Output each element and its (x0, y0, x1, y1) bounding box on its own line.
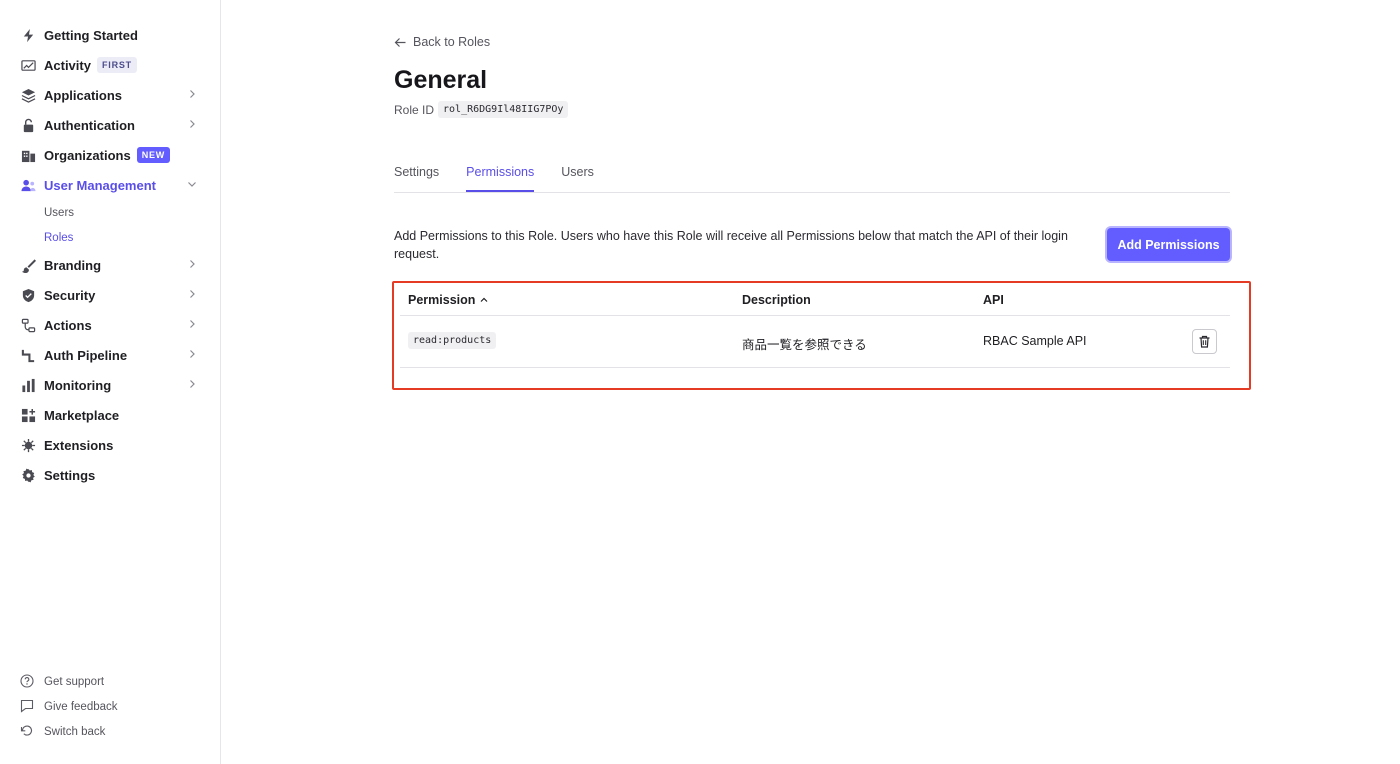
get-support-link[interactable]: Get support (0, 669, 220, 694)
sidebar-item-auth-pipeline[interactable]: Auth Pipeline (0, 340, 220, 370)
sidebar-item-marketplace[interactable]: Marketplace (0, 400, 220, 430)
column-header-permission[interactable]: Permission (408, 293, 489, 307)
sidebar-footer: Get support Give feedback Switch back (0, 669, 220, 744)
chevron-right-icon (190, 120, 195, 128)
bar-chart-icon (20, 377, 36, 393)
tabs: Settings Permissions Users (394, 156, 1230, 193)
page-title: General (394, 66, 488, 94)
sidebar-item-settings[interactable]: Settings (0, 460, 220, 490)
trash-icon (1199, 335, 1210, 348)
chevron-right-icon (190, 290, 195, 298)
add-permissions-button[interactable]: Add Permissions (1107, 228, 1230, 261)
layers-icon (20, 87, 36, 103)
sidebar-item-label: Activity (44, 57, 91, 73)
sidebar-item-actions[interactable]: Actions (0, 310, 220, 340)
sidebar-item-activity[interactable]: Activity FIRST (0, 50, 220, 80)
tab-settings[interactable]: Settings (394, 156, 439, 192)
permission-cell: read:products (408, 332, 497, 349)
role-id-label: Role ID (394, 102, 435, 117)
flow-icon (20, 317, 36, 333)
back-label: Back to Roles (413, 35, 491, 49)
gear-icon (20, 467, 36, 483)
building-icon (20, 147, 36, 163)
sidebar-item-label: User Management (44, 177, 156, 193)
switch-back-link[interactable]: Switch back (0, 719, 220, 744)
table-header: Permission Description API (400, 283, 1230, 316)
permissions-description: Add Permissions to this Role. Users who … (394, 229, 1068, 261)
puzzle-icon (20, 437, 36, 453)
new-badge: NEW (136, 147, 171, 163)
back-to-roles-link[interactable]: Back to Roles (394, 34, 490, 50)
pipeline-icon (20, 347, 36, 363)
brush-icon (20, 257, 36, 273)
shield-icon (20, 287, 36, 303)
first-badge: FIRST (96, 57, 137, 73)
chevron-right-icon (190, 260, 195, 268)
sidebar-item-label: Actions (44, 317, 92, 333)
sidebar-item-label: Auth Pipeline (44, 347, 128, 363)
role-id-row: Role ID rol_R6DG9Il48IIG7POy (394, 101, 569, 118)
tab-users[interactable]: Users (561, 156, 594, 192)
sort-ascending-icon (480, 297, 488, 302)
delete-permission-button[interactable] (1192, 329, 1217, 354)
chevron-right-icon (190, 380, 195, 388)
role-id-value: rol_R6DG9Il48IIG7POy (438, 101, 569, 118)
message-icon (20, 699, 35, 714)
sidebar-subitem-users[interactable]: Users (0, 200, 220, 225)
table-row: read:products 商品一覧を参照できる RBAC Sample API (400, 316, 1230, 368)
sidebar-item-applications[interactable]: Applications (0, 80, 220, 110)
chevron-right-icon (190, 350, 195, 358)
column-header-description: Description (742, 293, 811, 307)
lightning-icon (20, 27, 36, 43)
sidebar-item-extensions[interactable]: Extensions (0, 430, 220, 460)
sidebar-item-label: Getting Started (44, 27, 138, 43)
permission-value: read:products (408, 332, 497, 349)
description-cell: 商品一覧を参照できる (742, 338, 867, 352)
sidebar-item-security[interactable]: Security (0, 280, 220, 310)
column-header-api: API (983, 293, 1004, 307)
sidebar-item-label: Security (44, 287, 96, 303)
sidebar-item-authentication[interactable]: Authentication (0, 110, 220, 140)
chevron-right-icon (190, 90, 195, 98)
give-feedback-link[interactable]: Give feedback (0, 694, 220, 719)
sidebar-item-label: Organizations (44, 147, 131, 163)
sidebar-item-organizations[interactable]: Organizations NEW (0, 140, 220, 170)
sidebar-item-label: Extensions (44, 437, 114, 453)
sidebar-item-label: Authentication (44, 117, 135, 133)
get-support-label: Get support (44, 675, 105, 688)
question-circle-icon (20, 674, 35, 689)
sidebar-item-label: Monitoring (44, 377, 112, 393)
grid-plus-icon (20, 407, 36, 423)
sidebar-nav: Getting Started Activity FIRST Applicati… (0, 20, 220, 490)
undo-icon (20, 724, 35, 739)
sidebar-item-label: Branding (44, 257, 102, 273)
sidebar-item-branding[interactable]: Branding (0, 250, 220, 280)
api-cell: RBAC Sample API (983, 334, 1087, 348)
sidebar-item-label: Settings (44, 467, 96, 483)
permissions-table: Permission Description API read:products… (400, 283, 1230, 368)
switch-back-label: Switch back (44, 725, 106, 738)
lock-icon (20, 117, 36, 133)
sidebar-item-label: Applications (44, 87, 123, 103)
sidebar-item-monitoring[interactable]: Monitoring (0, 370, 220, 400)
column-header-label: Permission (408, 293, 476, 307)
sidebar-item-getting-started[interactable]: Getting Started (0, 20, 220, 50)
sidebar-item-label: Marketplace (44, 407, 120, 423)
users-icon (20, 177, 36, 193)
sidebar-subitem-roles[interactable]: Roles (0, 225, 220, 250)
give-feedback-label: Give feedback (44, 700, 118, 713)
chevron-right-icon (190, 320, 195, 328)
sidebar: Getting Started Activity FIRST Applicati… (0, 0, 221, 764)
sidebar-item-user-management[interactable]: User Management (0, 170, 220, 200)
tab-permissions[interactable]: Permissions (466, 156, 535, 192)
arrow-left-icon (394, 37, 406, 47)
activity-chart-icon (20, 57, 36, 73)
chevron-down-icon (188, 182, 196, 187)
